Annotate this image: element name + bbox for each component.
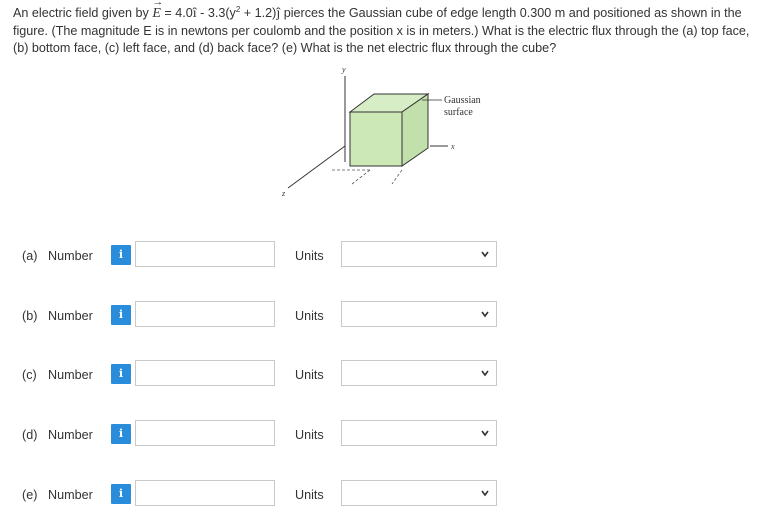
info-icon[interactable]: i [111, 364, 131, 384]
cube-diagram: y z x Gaussian surface [281, 65, 481, 198]
units-label: Units [295, 309, 324, 323]
gaussian-cube-figure: y z x Gaussian surface [270, 60, 530, 210]
floor-guide-3 [391, 169, 403, 185]
units-label: Units [295, 368, 324, 382]
info-icon[interactable]: i [111, 484, 131, 504]
units-select-b[interactable] [341, 301, 497, 327]
cube-front-face [349, 111, 403, 167]
gaussian-label-line2: surface [444, 107, 473, 118]
chevron-down-icon [481, 311, 489, 318]
units-label: Units [295, 428, 324, 442]
number-label: Number [48, 428, 93, 442]
number-input-c[interactable] [135, 360, 275, 386]
z-axis-line [287, 145, 346, 189]
part-label: (d) [22, 428, 38, 442]
units-select-a[interactable] [341, 241, 497, 267]
answer-row-a: (a) Number i Units [0, 241, 771, 271]
z-axis-label: z [281, 189, 286, 198]
question-intro: An electric field given by [13, 6, 153, 20]
part-label: (e) [22, 488, 38, 502]
chevron-down-icon [481, 490, 489, 497]
number-label: Number [48, 368, 93, 382]
chevron-down-icon [481, 370, 489, 377]
number-input-b[interactable] [135, 301, 275, 327]
x-axis-label: x [450, 142, 455, 151]
units-select-e[interactable] [341, 480, 497, 506]
part-label: (b) [22, 309, 38, 323]
question-ecomp-const: + 1.2) [240, 6, 277, 20]
y-axis-label: y [341, 65, 346, 74]
info-icon[interactable]: i [111, 305, 131, 325]
question-ecomp-y: - 3.3(y [196, 6, 236, 20]
info-icon[interactable]: i [111, 245, 131, 265]
units-select-d[interactable] [341, 420, 497, 446]
chevron-down-icon [481, 430, 489, 437]
number-input-e[interactable] [135, 480, 275, 506]
gaussian-label-line1: Gaussian [444, 95, 481, 106]
units-label: Units [295, 249, 324, 263]
e-field-vector: E [152, 0, 162, 23]
answer-row-e: (e) Number i Units [0, 480, 771, 510]
number-label: Number [48, 249, 93, 263]
floor-guide-2 [351, 169, 371, 185]
chevron-down-icon [481, 251, 489, 258]
number-label: Number [48, 309, 93, 323]
answer-row-d: (d) Number i Units [0, 420, 771, 450]
question-ecomp-x: = 4.0 [160, 6, 193, 20]
answer-row-c: (c) Number i Units [0, 360, 771, 390]
number-input-d[interactable] [135, 420, 275, 446]
number-input-a[interactable] [135, 241, 275, 267]
part-label: (c) [22, 368, 37, 382]
answer-row-b: (b) Number i Units [0, 301, 771, 331]
number-label: Number [48, 488, 93, 502]
part-label: (a) [22, 249, 38, 263]
info-icon[interactable]: i [111, 424, 131, 444]
units-label: Units [295, 488, 324, 502]
units-select-c[interactable] [341, 360, 497, 386]
question-text: An electric field given by E = 4.0î - 3.… [13, 0, 761, 58]
